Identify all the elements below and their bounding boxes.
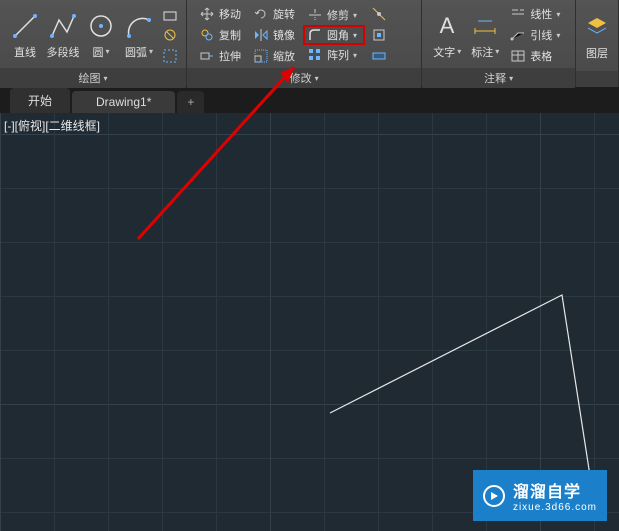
svg-text:A: A (440, 13, 455, 38)
chevron-down-icon: ▾ (315, 74, 319, 83)
arc-button[interactable]: 圆弧▾ (120, 4, 158, 66)
line-label: 直线 (14, 44, 36, 60)
modify-tool-3[interactable] (369, 46, 389, 66)
chevron-down-icon: ▾ (556, 31, 560, 40)
chevron-down-icon: ▾ (103, 74, 107, 83)
draw-tool-1[interactable] (160, 4, 180, 24)
trim-label: 修剪 (327, 7, 349, 23)
move-button[interactable]: 移动 (195, 4, 245, 24)
mirror-button[interactable]: 镜像 (249, 25, 299, 45)
move-icon (199, 6, 215, 22)
chevron-down-icon: ▾ (105, 47, 109, 56)
table-icon (510, 48, 526, 64)
stretch-label: 拉伸 (219, 48, 241, 64)
panel-modify-label: 修改 (290, 70, 312, 86)
tab-drawing1[interactable]: Drawing1* (72, 91, 175, 113)
copy-label: 复制 (219, 27, 241, 43)
chevron-down-icon: ▾ (509, 74, 513, 83)
array-label: 阵列 (327, 47, 349, 63)
chevron-down-icon: ▾ (149, 47, 153, 56)
leader-icon (510, 27, 526, 43)
panel-annotate-label: 注释 (484, 70, 506, 86)
scale-button[interactable]: 缩放 (249, 46, 299, 66)
line-icon (10, 11, 40, 41)
leader-label: 引线 (530, 27, 552, 43)
viewport-label[interactable]: [-][俯视][二维线框] (4, 117, 100, 134)
chevron-down-icon: ▾ (457, 47, 461, 56)
circle-button[interactable]: 圆▾ (82, 4, 120, 66)
arc-icon (124, 11, 154, 41)
rotate-icon (253, 6, 269, 22)
stretch-icon (199, 48, 215, 64)
modify-tool-2[interactable] (369, 25, 389, 45)
dimension-label: 标注 (471, 44, 493, 60)
layer-icon (582, 12, 612, 42)
drawing-content (0, 113, 619, 531)
chevron-down-icon: ▾ (556, 10, 560, 19)
dimension-button[interactable]: 标注▾ (466, 4, 504, 66)
watermark-url: zixue.3d66.com (513, 502, 597, 513)
chevron-down-icon: ▾ (495, 47, 499, 56)
copy-icon (199, 27, 215, 43)
polyline-button[interactable]: 多段线 (44, 4, 82, 66)
array-button[interactable]: 阵列 ▾ (303, 45, 365, 65)
drawing-canvas[interactable]: [-][俯视][二维线框] 溜溜自学 zixue.3d66.com (0, 113, 619, 531)
mirror-label: 镜像 (273, 27, 295, 43)
layer-button[interactable]: 图层 (582, 6, 612, 68)
polyline-label: 多段线 (47, 44, 80, 60)
text-button[interactable]: A 文字▾ (428, 4, 466, 66)
table-button[interactable]: 表格 (506, 46, 564, 66)
rotate-label: 旋转 (273, 6, 295, 22)
tab-start[interactable]: 开始 (10, 88, 70, 113)
linetype-button[interactable]: 线性 ▾ (506, 4, 564, 24)
mirror-icon (253, 27, 269, 43)
fillet-label: 圆角 (327, 27, 349, 43)
move-label: 移动 (219, 6, 241, 22)
tab-add[interactable]: + (177, 91, 204, 113)
chevron-down-icon: ▾ (353, 51, 357, 60)
panel-draw: 直线 多段线 圆▾ 圆弧▾ (0, 0, 187, 87)
circle-label: 圆 (92, 44, 103, 60)
fillet-button[interactable]: 圆角 ▾ (303, 25, 365, 45)
watermark-icon (483, 485, 505, 507)
line-button[interactable]: 直线 (6, 4, 44, 66)
table-label: 表格 (530, 48, 552, 64)
watermark: 溜溜自学 zixue.3d66.com (473, 470, 607, 521)
array-icon (307, 47, 323, 63)
ribbon-toolbar: 直线 多段线 圆▾ 圆弧▾ (0, 0, 619, 114)
panel-layer: 图层 (576, 0, 619, 87)
dimension-icon (470, 11, 500, 41)
circle-icon (86, 11, 116, 41)
layer-label: 图层 (586, 45, 608, 61)
rotate-button[interactable]: 旋转 (249, 4, 299, 24)
panel-annotate: A 文字▾ 标注▾ 线性▾ 引线▾ 表格 注释▾ (422, 0, 576, 87)
scale-icon (253, 48, 269, 64)
copy-button[interactable]: 复制 (195, 25, 245, 45)
trim-icon (307, 7, 323, 23)
fillet-icon (307, 27, 323, 43)
chevron-down-icon: ▾ (353, 31, 357, 40)
chevron-down-icon: ▾ (353, 11, 357, 20)
linetype-label: 线性 (530, 6, 552, 22)
watermark-title: 溜溜自学 (513, 478, 597, 502)
linetype-icon (510, 6, 526, 22)
scale-label: 缩放 (273, 48, 295, 64)
text-label: 文字 (433, 44, 455, 60)
stretch-button[interactable]: 拉伸 (195, 46, 245, 66)
polyline-icon (48, 11, 78, 41)
panel-modify: 移动 复制 拉伸 旋转 镜像 缩放 修剪 ▾ 圆角 ▾ 阵列 ▾ (187, 0, 422, 87)
trim-button[interactable]: 修剪 ▾ (303, 5, 365, 25)
draw-tool-3[interactable] (160, 46, 180, 66)
document-tabs: 开始 Drawing1* + (0, 87, 619, 113)
panel-draw-label: 绘图 (78, 70, 100, 86)
arc-label: 圆弧 (125, 44, 147, 60)
draw-tool-2[interactable] (160, 25, 180, 45)
text-icon: A (432, 11, 462, 41)
leader-button[interactable]: 引线 ▾ (506, 25, 564, 45)
modify-tool-1[interactable] (369, 4, 389, 24)
